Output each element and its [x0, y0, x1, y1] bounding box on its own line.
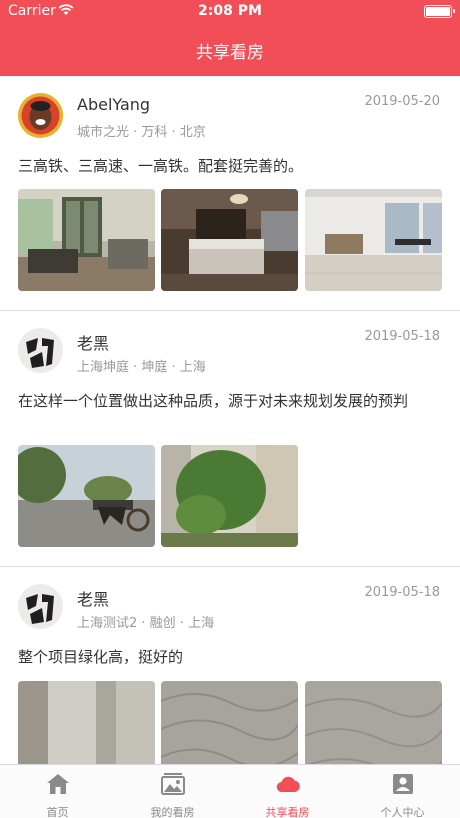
person-icon [393, 774, 413, 794]
photo-thumbnail[interactable] [305, 681, 442, 764]
user-meta: 上海坤庭 · 坤庭 · 上海 [77, 360, 206, 375]
post-card[interactable]: AbelYang 城市之光 · 万科 · 北京 2019-05-20 三高铁、三… [0, 76, 460, 311]
app-header: Carrier 2:08 PM 共享看房 [0, 0, 460, 76]
home-icon [47, 774, 69, 794]
post-text: 在这样一个位置做出这种品质，源于对未来规划发展的预判 [18, 392, 409, 410]
photo-thumbnail[interactable] [18, 681, 155, 764]
status-bar: Carrier 2:08 PM [0, 0, 460, 24]
photo-thumbnail[interactable] [161, 445, 298, 547]
tab-profile[interactable]: 个人中心 [345, 765, 460, 818]
user-name[interactable]: 老黑 [77, 330, 109, 354]
tab-shared-viewings[interactable]: 共享看房 [230, 765, 345, 818]
user-name[interactable]: 老黑 [77, 586, 109, 610]
avatar[interactable] [18, 328, 63, 373]
photo-thumbnail[interactable] [18, 189, 155, 291]
page-title: 共享看房 [196, 43, 264, 63]
tab-label: 首页 [46, 806, 69, 818]
photo-grid [18, 681, 442, 764]
tab-label: 我的看房 [150, 806, 195, 818]
user-name[interactable]: AbelYang [77, 95, 150, 114]
feed-list[interactable]: AbelYang 城市之光 · 万科 · 北京 2019-05-20 三高铁、三… [0, 76, 460, 764]
photo-thumbnail[interactable] [161, 681, 298, 764]
tab-label: 共享看房 [265, 806, 310, 818]
photo-grid [18, 445, 442, 547]
battery-icon [424, 5, 455, 18]
avatar[interactable] [18, 93, 63, 138]
photo-thumbnail[interactable] [18, 445, 155, 547]
user-meta: 上海测试2 · 融创 · 上海 [77, 616, 215, 631]
post-date: 2019-05-20 [364, 94, 440, 109]
tab-label: 个人中心 [380, 806, 425, 818]
clock: 2:08 PM [198, 3, 262, 19]
photo-thumbnail[interactable] [305, 189, 442, 291]
tab-bar: 首页 我的看房 共享看房 个人中心 [0, 764, 460, 818]
post-text: 整个项目绿化高，挺好的 [18, 648, 184, 666]
tab-my-viewings[interactable]: 我的看房 [115, 765, 230, 818]
photo-thumbnail[interactable] [161, 189, 298, 291]
gallery-icon [161, 773, 185, 795]
post-card[interactable]: 老黑 上海坤庭 · 坤庭 · 上海 2019-05-18 在这样一个位置做出这种… [0, 311, 460, 567]
avatar[interactable] [18, 584, 63, 629]
post-card[interactable]: 老黑 上海测试2 · 融创 · 上海 2019-05-18 整个项目绿化高，挺好… [0, 567, 460, 764]
user-meta: 城市之光 · 万科 · 北京 [77, 125, 206, 140]
post-date: 2019-05-18 [364, 585, 440, 600]
photo-grid [18, 189, 442, 291]
tab-home[interactable]: 首页 [0, 765, 115, 818]
cloud-icon [276, 776, 300, 793]
post-text: 三高铁、三高速、一高铁。配套挺完善的。 [18, 157, 304, 175]
post-date: 2019-05-18 [364, 329, 440, 344]
